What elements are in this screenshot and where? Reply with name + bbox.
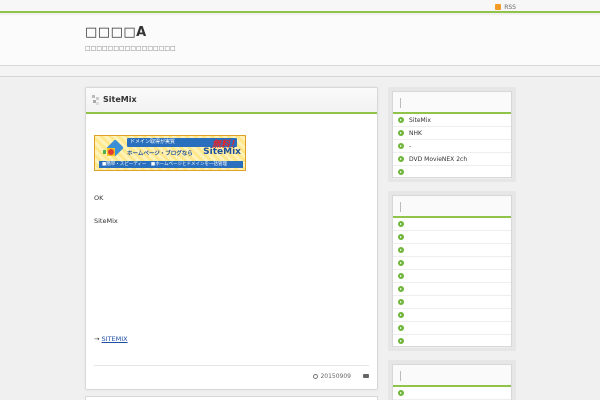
nav-band — [0, 65, 600, 77]
widget-2-item[interactable] — [393, 296, 511, 309]
arrow-bullet-icon — [398, 143, 404, 149]
widget-2-item[interactable] — [393, 335, 511, 348]
sidebar-widget-3 — [388, 360, 516, 400]
post-title[interactable]: SiteMix — [103, 95, 137, 104]
next-post-article — [85, 396, 378, 400]
arrow-bullet-icon — [398, 390, 404, 396]
arrow-bullet-icon — [398, 338, 404, 344]
widget-3-panel — [392, 364, 512, 400]
site-description: □□□□□□□□□□□□□□□□ — [85, 45, 176, 52]
link-arrow: → — [94, 335, 100, 343]
sidebar-widget-2 — [388, 191, 516, 351]
folder-icon[interactable] — [363, 374, 369, 378]
widget-2-item[interactable] — [393, 218, 511, 231]
post-date-text: 20150909 — [320, 373, 351, 380]
widget-1-header — [393, 92, 511, 114]
widget-2-item[interactable] — [393, 244, 511, 257]
widget-1-item-label: NHK — [409, 130, 422, 137]
post-date: 20150909 — [313, 373, 351, 380]
widget-2-header — [393, 196, 511, 218]
widget-1-panel: SiteMix NHK - DVD MovieNEX 2ch — [392, 91, 512, 179]
widget-2-item[interactable] — [393, 231, 511, 244]
arrow-bullet-icon — [398, 156, 404, 162]
widget-1-item-label: SiteMix — [409, 117, 431, 124]
widget-3-item[interactable] — [393, 387, 511, 400]
arrow-bullet-icon — [398, 299, 404, 305]
post-text-ok: OK — [94, 194, 104, 202]
banner-bottom-text: ■簡単・スピーディー ■ホームページとドメインを一括管理 — [99, 161, 243, 168]
arrow-bullet-icon — [398, 247, 404, 253]
widget-1-item[interactable]: - — [393, 140, 511, 153]
post-article: SiteMix ドメイン取得が実質 無料！ ホームページ・ブログなら SiteM… — [85, 87, 378, 390]
widget-2-item[interactable] — [393, 322, 511, 335]
arrow-bullet-icon — [398, 117, 404, 123]
widget-2-item[interactable] — [393, 309, 511, 322]
site-title[interactable]: □□□□A — [85, 25, 147, 40]
post-header: SiteMix — [86, 88, 377, 114]
widget-header-mark — [400, 202, 401, 212]
rss-link[interactable]: RSS — [495, 3, 516, 11]
post-title-icon — [92, 95, 99, 105]
sitemix-banner[interactable]: ドメイン取得が実質 無料！ ホームページ・ブログなら SiteMix ■簡単・ス… — [94, 135, 246, 171]
banner-brand-text: SiteMix — [203, 147, 241, 157]
widget-1-item[interactable]: SiteMix — [393, 114, 511, 127]
post-text-sitemix: SiteMix — [94, 217, 118, 225]
widget-header-mark — [400, 371, 401, 381]
arrow-bullet-icon — [398, 221, 404, 227]
widget-1-item[interactable]: DVD MovieNEX 2ch — [393, 153, 511, 166]
arrow-bullet-icon — [398, 169, 404, 175]
arrow-bullet-icon — [398, 325, 404, 331]
arrow-bullet-icon — [398, 130, 404, 136]
widget-2-item[interactable] — [393, 270, 511, 283]
site-header: □□□□A □□□□□□□□□□□□□□□□ — [0, 15, 600, 65]
widget-1-item-label: - — [409, 143, 412, 150]
top-bar: RSS — [0, 0, 600, 13]
widget-2-item[interactable] — [393, 283, 511, 296]
clock-icon — [313, 374, 319, 379]
sitemix-link[interactable]: SITEMIX — [102, 335, 128, 343]
post-link-row: → SITEMIX — [94, 335, 128, 343]
post-footer: 20150909 — [94, 365, 369, 385]
widget-3-header — [393, 365, 511, 387]
widget-1-item-label: DVD MovieNEX 2ch — [409, 156, 468, 163]
widget-2-item[interactable] — [393, 257, 511, 270]
widget-header-mark — [400, 98, 401, 108]
widget-2-panel — [392, 195, 512, 348]
arrow-bullet-icon — [398, 260, 404, 266]
sidebar-widget-1: SiteMix NHK - DVD MovieNEX 2ch — [388, 87, 516, 182]
arrow-bullet-icon — [398, 286, 404, 292]
arrow-bullet-icon — [398, 234, 404, 240]
rss-label: RSS — [504, 3, 516, 11]
arrow-bullet-icon — [398, 273, 404, 279]
arrow-bullet-icon — [398, 312, 404, 318]
widget-1-item[interactable]: NHK — [393, 127, 511, 140]
widget-1-item[interactable] — [393, 166, 511, 179]
rss-icon — [495, 4, 502, 10]
